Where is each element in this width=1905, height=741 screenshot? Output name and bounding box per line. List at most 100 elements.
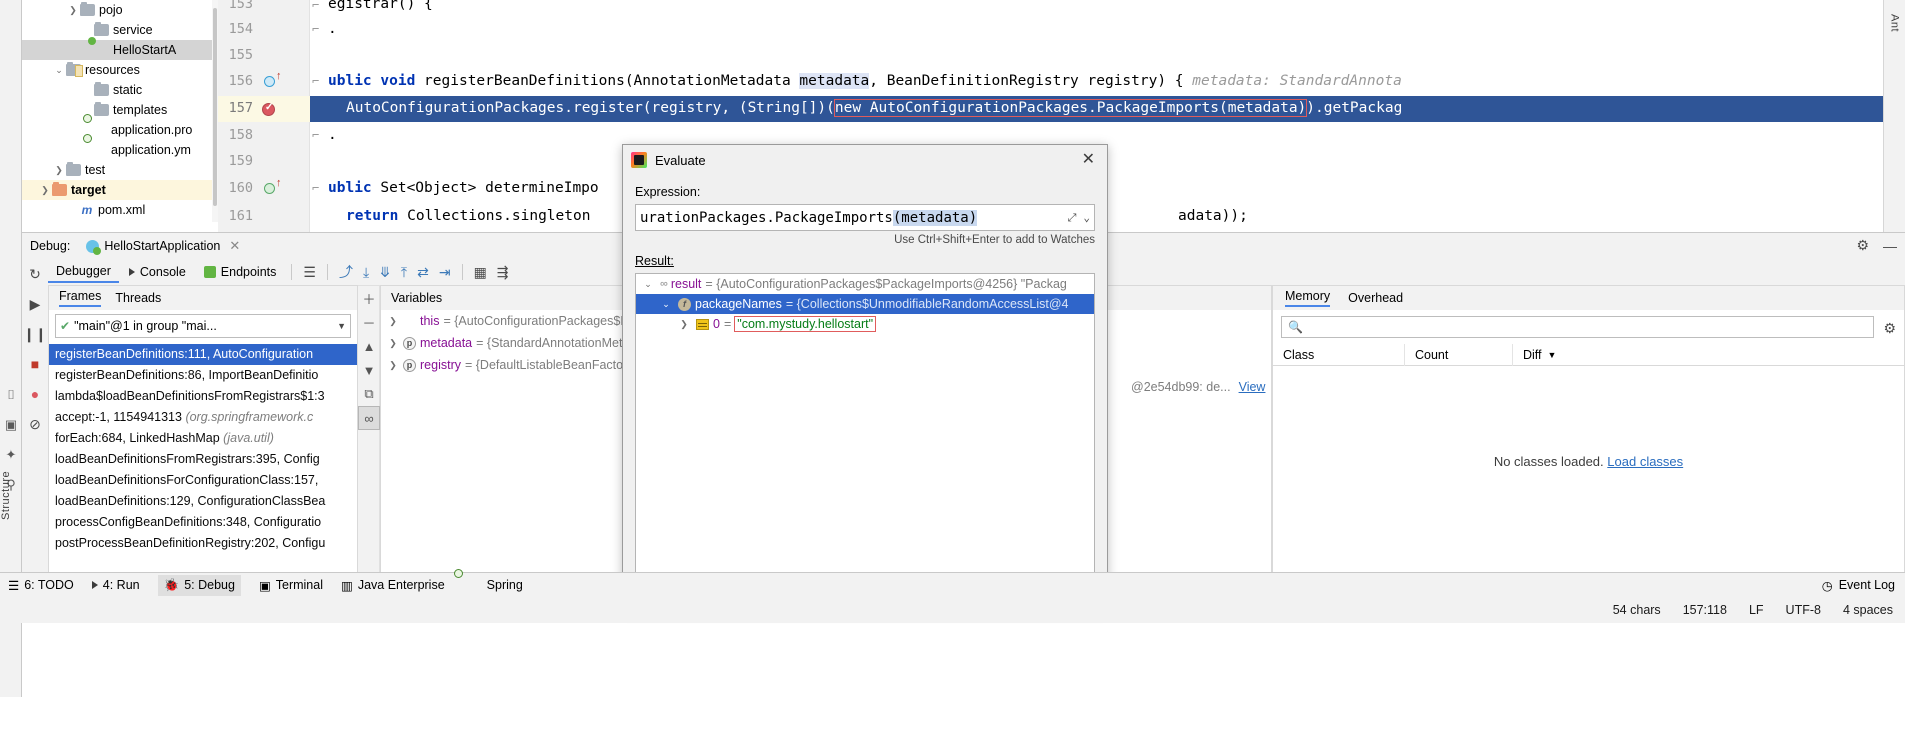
tree-row-target[interactable]: ❯ target	[22, 180, 218, 200]
evaluate-expression-icon[interactable]: ▦	[470, 264, 491, 281]
ant-tool-label[interactable]: Ant	[1889, 14, 1901, 32]
move-down-icon[interactable]: ▼	[358, 358, 380, 382]
tree-row[interactable]: ⌄ resources	[22, 60, 218, 80]
tree-row[interactable]: ❯ application.ym	[22, 140, 218, 160]
chevron-down-icon[interactable]: ▼	[1548, 344, 1557, 366]
fold-marker-icon[interactable]: ⌐	[312, 128, 319, 142]
close-icon[interactable]: ✕	[1078, 152, 1099, 168]
column-class[interactable]: Class	[1273, 343, 1405, 366]
bottom-item-run[interactable]: 4: Run	[91, 578, 140, 592]
fold-marker-icon[interactable]: ⌐	[312, 22, 319, 36]
view-link[interactable]: View	[1239, 380, 1266, 394]
bottom-item-todo[interactable]: ☰ 6: TODO	[8, 578, 74, 593]
tab-console[interactable]: Console	[121, 262, 194, 282]
expand-editor-icon[interactable]: ⤢	[1068, 211, 1077, 225]
evaluate-dialog[interactable]: Evaluate ✕ Expression: urationPackages.P…	[622, 144, 1108, 610]
chevron-right-icon[interactable]: ❯	[387, 316, 399, 327]
step-into-icon[interactable]: ⤓	[359, 264, 373, 281]
chevron-down-icon[interactable]: ▼	[337, 321, 346, 331]
tree-row[interactable]: ❯ static	[22, 80, 218, 100]
structure-tool-label[interactable]: Structure	[0, 440, 22, 550]
frame-row[interactable]: registerBeanDefinitions:111, AutoConfigu…	[49, 344, 357, 365]
frame-row[interactable]: forEach:684, LinkedHashMap (java.util)	[49, 428, 357, 449]
view-breakpoints-icon[interactable]: ●	[22, 379, 48, 409]
tree-row[interactable]: ❯ templates	[22, 100, 218, 120]
indent-setting[interactable]: 4 spaces	[1843, 603, 1893, 617]
fold-marker-icon[interactable]: ⌐	[312, 181, 319, 195]
gear-icon[interactable]: ⚙	[1856, 237, 1869, 254]
event-log-button[interactable]: ◷ Event Log	[1822, 578, 1895, 593]
tab-overhead[interactable]: Overhead	[1348, 291, 1403, 305]
chevron-right-icon[interactable]: ❯	[387, 360, 399, 371]
frame-row[interactable]: postProcessBeanDefinitionRegistry:202, C…	[49, 533, 357, 554]
tab-threads[interactable]: Threads	[115, 291, 161, 305]
sort-values-icon[interactable]: ⇶	[493, 264, 513, 281]
memory-pane[interactable]: Memory Overhead 🔍 ⚙ Class Count Diff ▼ N…	[1272, 285, 1905, 573]
column-count[interactable]: Count	[1405, 343, 1513, 366]
breakpoint-icon[interactable]	[262, 102, 275, 116]
remove-watch-icon[interactable]: －	[358, 310, 380, 334]
camera-icon[interactable]: ▣	[0, 410, 22, 440]
bookmark-icon[interactable]: ⌷	[0, 380, 22, 410]
run-icon-green[interactable]	[264, 183, 275, 194]
frame-row[interactable]: lambda$loadBeanDefinitionsFromRegistrars…	[49, 386, 357, 407]
result-tree[interactable]: ⌄ ∞ result = {AutoConfigurationPackages$…	[635, 273, 1095, 603]
chevron-down-icon[interactable]: ⌄	[52, 65, 66, 76]
bottom-item-terminal[interactable]: ▣ Terminal	[259, 578, 323, 593]
tab-frames[interactable]: Frames	[59, 289, 102, 307]
frame-row[interactable]: loadBeanDefinitionsFromRegistrars:395, C…	[49, 449, 357, 470]
mute-breakpoints-icon[interactable]: ⊘	[22, 409, 48, 439]
close-icon[interactable]: ✕	[229, 238, 240, 254]
pause-icon[interactable]: ❙❙	[22, 319, 48, 349]
chevron-down-icon[interactable]: ⌄	[640, 279, 656, 290]
file-encoding[interactable]: UTF-8	[1786, 603, 1821, 617]
chevron-right-icon[interactable]: ❯	[52, 165, 66, 176]
tree-row[interactable]: ❯ application.pro	[22, 120, 218, 140]
copy-icon[interactable]: ⧉	[358, 382, 380, 406]
debug-session-tab[interactable]: HelloStartApplication ✕	[80, 236, 246, 256]
tree-row[interactable]: ❯ pojo	[22, 0, 218, 20]
frame-row[interactable]: loadBeanDefinitionsForConfigurationClass…	[49, 470, 357, 491]
add-watch-icon[interactable]: ＋	[358, 286, 380, 310]
chevron-down-icon[interactable]: ⌄	[658, 299, 674, 310]
tree-row[interactable]: ❯ test	[22, 160, 218, 180]
tab-debugger[interactable]: Debugger	[48, 261, 119, 283]
frame-row[interactable]: accept:-1, 1154941313 (org.springframewo…	[49, 407, 357, 428]
step-over-icon[interactable]: ⤴	[335, 262, 357, 282]
result-row-index-0[interactable]: ❯ 0 = "com.mystudy.hellostart"	[636, 314, 1094, 334]
tree-row[interactable]: ❯ m pom.xml	[22, 200, 218, 220]
expression-input[interactable]: urationPackages.PackageImports (metadata)…	[635, 204, 1095, 231]
tab-endpoints[interactable]: Endpoints	[196, 262, 285, 282]
history-chevron-down-icon[interactable]: ⌄	[1083, 211, 1090, 224]
bottom-item-java-enterprise[interactable]: ▥ Java Enterprise	[341, 578, 445, 593]
drop-frame-icon[interactable]: ⇄	[413, 264, 433, 281]
layout-settings-icon[interactable]: ☰	[299, 264, 320, 281]
fold-marker-icon[interactable]: ⌐	[312, 74, 319, 88]
chevron-right-icon[interactable]: ❯	[676, 319, 692, 330]
minimize-icon[interactable]: —	[1883, 238, 1897, 254]
bottom-item-spring[interactable]: Spring	[463, 578, 523, 593]
project-tree-pane[interactable]: ❯ pojo ❯ service ❯ HelloStartA ⌄ resourc…	[22, 0, 218, 232]
move-up-icon[interactable]: ▲	[358, 334, 380, 358]
chevron-right-icon[interactable]: ❯	[387, 338, 399, 349]
step-out-icon[interactable]: ⤒	[397, 264, 411, 281]
gear-icon[interactable]: ⚙	[1883, 320, 1896, 337]
chevron-right-icon[interactable]: ❯	[38, 185, 52, 196]
run-icon-blue[interactable]	[264, 76, 275, 87]
column-diff[interactable]: Diff	[1523, 344, 1542, 366]
fold-marker-icon[interactable]: ⌐	[312, 0, 319, 12]
editor-gutter[interactable]: 153 154 155 156 157 158 159 160 161 ↑ ↑	[218, 0, 310, 232]
stop-icon[interactable]: ■	[22, 349, 48, 379]
resume-icon[interactable]: ▶	[22, 289, 48, 319]
chevron-right-icon[interactable]: ❯	[66, 5, 80, 16]
tree-row-hellostart[interactable]: ❯ HelloStartA	[22, 40, 218, 60]
thread-selector[interactable]: ✔ "main"@1 in group "mai... ▼	[55, 314, 351, 338]
frame-row[interactable]: loadBeanDefinitions:129, ConfigurationCl…	[49, 491, 357, 512]
bottom-item-debug[interactable]: 🐞 5: Debug	[157, 574, 241, 596]
frame-row[interactable]: processConfigBeanDefinitions:348, Config…	[49, 512, 357, 533]
frame-list[interactable]: registerBeanDefinitions:111, AutoConfigu…	[49, 342, 357, 554]
frame-row[interactable]: registerBeanDefinitions:86, ImportBeanDe…	[49, 365, 357, 386]
caret-position[interactable]: 157:118	[1683, 603, 1727, 617]
result-row-result[interactable]: ⌄ ∞ result = {AutoConfigurationPackages$…	[636, 274, 1094, 294]
force-step-into-icon[interactable]: ⤋	[375, 264, 395, 281]
